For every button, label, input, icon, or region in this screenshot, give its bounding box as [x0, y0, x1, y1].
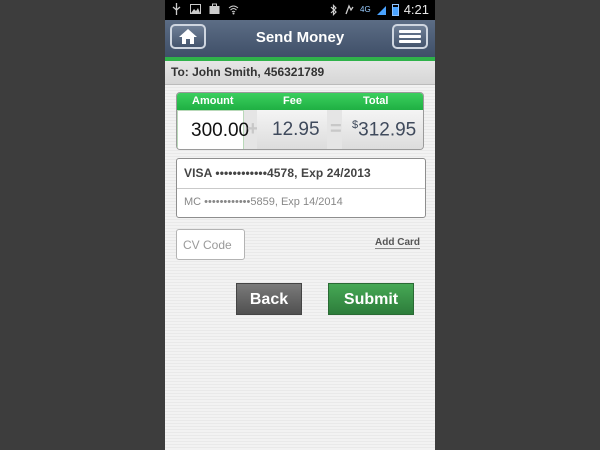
- total-value: 312.95: [358, 119, 417, 141]
- status-bar: 4G 4:21: [165, 0, 435, 20]
- clock: 4:21: [403, 2, 429, 17]
- battery-icon: [391, 3, 399, 16]
- amount-header: Amount Fee Total: [177, 93, 423, 110]
- cv-code-input[interactable]: CV Code: [176, 229, 245, 260]
- fee-field: 12.95: [257, 110, 327, 149]
- menu-icon: [399, 30, 421, 43]
- amount-value: 300.00: [191, 120, 250, 141]
- back-button[interactable]: Back: [236, 283, 302, 315]
- recipient-label: To: John Smith, 456321789: [171, 65, 325, 79]
- menu-button[interactable]: [392, 24, 428, 49]
- recipient-bar: To: John Smith, 456321789: [165, 61, 435, 85]
- card-list: VISA ••••••••••••4578, Exp 24/2013 MC ••…: [176, 158, 426, 218]
- network-type: 4G: [360, 5, 371, 14]
- wifi-icon: [228, 5, 239, 15]
- usb-icon: [172, 3, 181, 15]
- fee-column-label: Fee: [283, 95, 302, 107]
- status-left-icons: [171, 3, 239, 15]
- card-option-mc[interactable]: MC ••••••••••••5859, Exp 14/2014: [184, 196, 343, 208]
- image-icon: [190, 4, 201, 14]
- amount-summary: Amount Fee Total 300.00 + 12.95 = $312.9…: [176, 92, 424, 150]
- briefcase-icon: [209, 3, 220, 14]
- total-field: $312.95: [342, 110, 423, 149]
- submit-button[interactable]: Submit: [328, 283, 414, 315]
- status-right-icons: 4G 4:21: [328, 2, 429, 17]
- add-card-link[interactable]: Add Card: [375, 237, 420, 249]
- vibrate-icon: [345, 3, 354, 14]
- equals-icon: =: [330, 118, 342, 140]
- total-column-label: Total: [363, 95, 389, 107]
- card-divider: [177, 188, 425, 189]
- app-header: Send Money: [165, 20, 435, 57]
- fee-value: 12.95: [272, 119, 320, 140]
- amount-input[interactable]: 300.00: [177, 110, 249, 149]
- total-amount: $312.95: [352, 119, 416, 141]
- card-option-visa[interactable]: VISA ••••••••••••4578, Exp 24/2013: [184, 166, 371, 180]
- bluetooth-icon: [330, 3, 337, 16]
- phone-screen: 4G 4:21 Send Money To: John Smith, 45632…: [165, 0, 435, 450]
- signal-icon: [376, 5, 386, 15]
- amount-column-label: Amount: [192, 95, 234, 107]
